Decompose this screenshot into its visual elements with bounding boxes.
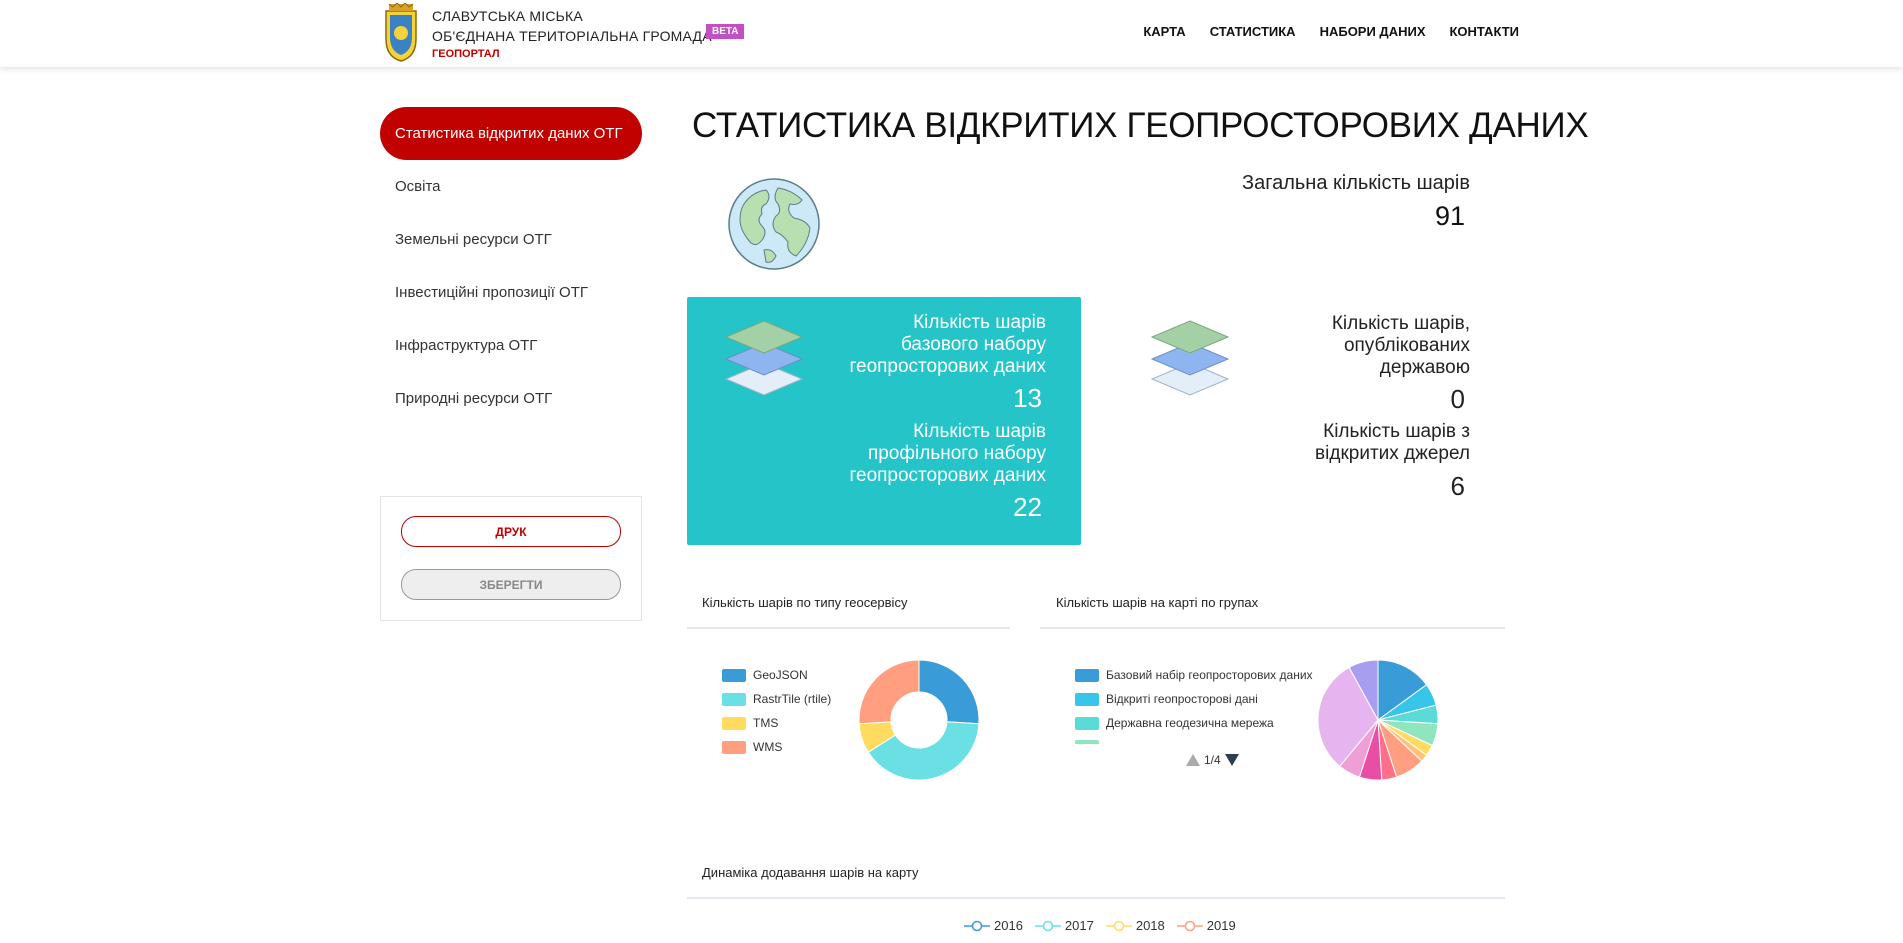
legend-2019[interactable]: 2019 — [1176, 918, 1236, 933]
coat-of-arms-logo[interactable] — [380, 3, 422, 63]
legend-label: Державна геодезична мережа — [1106, 716, 1274, 730]
legend-label: 2018 — [1135, 918, 1165, 933]
pager-down-icon[interactable] — [1224, 754, 1239, 766]
print-button[interactable]: ДРУК — [401, 516, 621, 547]
profile-set-value: 22 — [1013, 492, 1042, 522]
state-layers-label: Кількість шарів, опублікованих державою — [1332, 313, 1470, 379]
brand-geoportal: ГЕОПОРТАЛ — [432, 48, 500, 60]
legend-tms[interactable]: TMS — [722, 716, 778, 730]
legend-item-partial[interactable] — [1075, 740, 1106, 744]
open-sources-line2: відкритих джерел — [1315, 443, 1470, 464]
sidebar-item-infrastructure[interactable]: Інфраструктура ОТГ — [380, 319, 642, 372]
legend-swatch — [722, 740, 746, 754]
total-layers-label: Загальна кількість шарів — [1242, 172, 1470, 194]
legend-swatch — [722, 692, 746, 706]
beta-badge: BETA — [706, 24, 745, 39]
sidebar-item-natural-resources[interactable]: Природні ресурси ОТГ — [380, 372, 642, 425]
actions-box: ДРУК ЗБЕРЕГТИ — [380, 496, 642, 621]
sidebar-item-education[interactable]: Освіта — [380, 160, 642, 213]
base-set-line1: Кількість шарів — [913, 312, 1046, 333]
base-profile-card: Кількість шарів базового набору геопрост… — [687, 297, 1081, 545]
profile-set-line3: геопросторових даних — [849, 465, 1046, 486]
header: СЛАВУТСЬКА МІСЬКА ОБ'ЄДНАНА ТЕРИТОРІАЛЬН… — [0, 0, 1903, 67]
save-button[interactable]: ЗБЕРЕГТИ — [401, 569, 621, 600]
legend-label: Базовий набір геопросторових даних — [1106, 668, 1313, 682]
nav-contacts[interactable]: КОНТАКТИ — [1450, 24, 1520, 39]
legend-wms[interactable]: WMS — [722, 740, 782, 754]
legend-label: WMS — [753, 740, 783, 754]
sidebar-item-open-data-stats[interactable]: Статистика відкритих даних ОТГ — [380, 107, 642, 160]
pie-slice[interactable] — [858, 659, 920, 725]
geoservice-divider — [687, 627, 1010, 629]
base-set-label: Кількість шарів базового набору геопрост… — [849, 312, 1046, 378]
state-layers-value: 0 — [1450, 384, 1465, 414]
groups-chart-title: Кількість шарів на карті по групах — [1056, 595, 1259, 610]
state-layers-line2: опублікованих — [1343, 335, 1470, 356]
sidebar: Статистика відкритих даних ОТГ Освіта Зе… — [380, 107, 642, 425]
brand-line-1: СЛАВУТСЬКА МІСЬКА — [432, 8, 583, 24]
sidebar-item-investment[interactable]: Інвестиційні пропозиції ОТГ — [380, 266, 642, 319]
legend-swatch — [1075, 692, 1099, 706]
brand-line-2: ОБ'ЄДНАНА ТЕРИТОРІАЛЬНА ГРОМАДА — [432, 28, 712, 44]
legend-swatch — [722, 716, 746, 730]
legend-open-data[interactable]: Відкриті геопросторові дані — [1075, 692, 1258, 706]
base-set-value: 13 — [1013, 383, 1042, 413]
legend-rastrtile[interactable]: RastrTile (rtile) — [722, 692, 831, 706]
state-layers-line1: Кількість шарів, — [1331, 313, 1470, 334]
open-sources-label: Кількість шарів з відкритих джерел — [1315, 421, 1470, 465]
legend-label: Відкриті геопросторові дані — [1106, 692, 1258, 706]
base-set-line3: геопросторових даних — [849, 356, 1046, 377]
legend-swatch — [1075, 668, 1099, 682]
groups-legend: Базовий набір геопросторових даних Відкр… — [1075, 666, 1335, 744]
legend-label: RastrTile (rtile) — [753, 692, 832, 706]
line-marker-icon — [1176, 920, 1203, 931]
legend-swatch — [1075, 716, 1099, 730]
line-marker-icon — [1105, 920, 1132, 931]
main-nav: КАРТА СТАТИСТИКА НАБОРИ ДАНИХ КОНТАКТИ — [1143, 24, 1519, 39]
open-sources-value: 6 — [1450, 471, 1465, 501]
layers-icon — [724, 320, 804, 396]
profile-set-line1: Кількість шарів — [913, 421, 1046, 442]
legend-label: 2016 — [994, 918, 1023, 933]
legend-geojson[interactable]: GeoJSON — [722, 668, 808, 682]
nav-map[interactable]: КАРТА — [1143, 24, 1185, 39]
layers-icon-2 — [1150, 320, 1230, 396]
legend-label: 2017 — [1064, 918, 1094, 933]
dynamics-legend: 2016 2017 2018 2019 — [964, 918, 1236, 933]
pie-slice[interactable] — [918, 659, 980, 725]
legend-label: 2019 — [1206, 918, 1236, 933]
state-layers-line3: державою — [1379, 357, 1470, 378]
line-marker-icon — [964, 920, 990, 931]
nav-datasets[interactable]: НАБОРИ ДАНИХ — [1320, 24, 1426, 39]
groups-divider — [1040, 627, 1505, 629]
legend-base-set[interactable]: Базовий набір геопросторових даних — [1075, 668, 1313, 682]
sidebar-item-land-resources[interactable]: Земельні ресурси ОТГ — [380, 213, 642, 266]
legend-label: GeoJSON — [753, 668, 808, 682]
legend-swatch — [1075, 740, 1099, 744]
legend-pager: 1/4 — [1186, 753, 1239, 767]
base-set-line2: базового набору — [900, 334, 1046, 355]
legend-2016[interactable]: 2016 — [964, 918, 1023, 933]
groups-pie-chart — [1317, 659, 1439, 781]
pager-up-icon[interactable] — [1186, 754, 1200, 766]
pager-text: 1/4 — [1204, 753, 1221, 767]
open-sources-line1: Кількість шарів з — [1323, 421, 1470, 442]
line-marker-icon — [1034, 920, 1061, 931]
legend-geodetic[interactable]: Державна геодезична мережа — [1075, 716, 1274, 730]
legend-label: TMS — [753, 716, 779, 730]
nav-statistics[interactable]: СТАТИСТИКА — [1210, 24, 1296, 39]
legend-swatch — [722, 668, 746, 682]
dynamics-chart-title: Динаміка додавання шарів на карту — [702, 865, 919, 880]
legend-2017[interactable]: 2017 — [1034, 918, 1094, 933]
profile-set-label: Кількість шарів профільного набору геопр… — [849, 421, 1046, 487]
legend-2018[interactable]: 2018 — [1105, 918, 1165, 933]
geoservice-donut-chart — [858, 659, 980, 781]
dynamics-divider — [687, 897, 1505, 899]
profile-set-line2: профільного набору — [867, 443, 1046, 464]
page-title: СТАТИСТИКА ВІДКРИТИХ ГЕОПРОСТОРОВИХ ДАНИ… — [692, 106, 1589, 145]
globe-icon — [728, 178, 820, 270]
total-layers-value: 91 — [1434, 201, 1465, 231]
geoservice-chart-title: Кількість шарів по типу геосервісу — [702, 595, 908, 610]
